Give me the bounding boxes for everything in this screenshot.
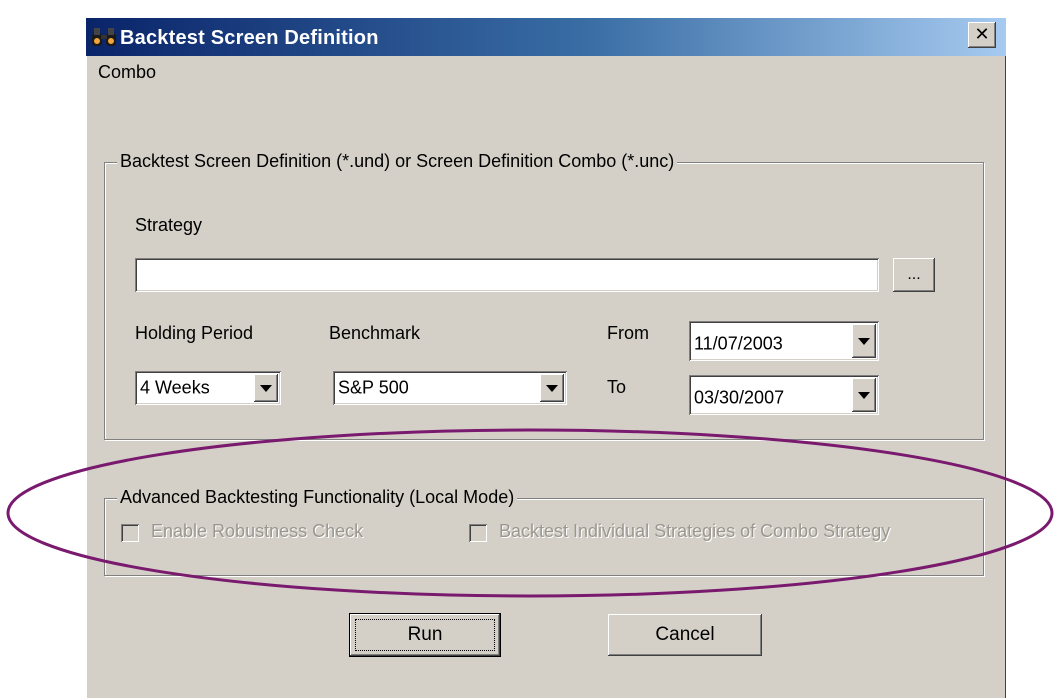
chevron-down-icon[interactable] (540, 374, 564, 402)
from-date-value: 11/07/2003 (694, 333, 783, 354)
close-icon: ✕ (974, 24, 990, 45)
close-button[interactable]: ✕ (968, 22, 996, 48)
benchmark-select[interactable]: S&P 500 (333, 371, 567, 405)
window-title: Backtest Screen Definition (120, 27, 379, 49)
robustness-checkbox-row[interactable]: Enable Robustness Check (121, 521, 421, 545)
individual-strategies-checkbox-row[interactable]: Backtest Individual Strategies of Combo … (469, 521, 969, 545)
browse-button[interactable]: ... (893, 258, 935, 292)
advanced-group-legend: Advanced Backtesting Functionality (Loca… (117, 487, 518, 508)
benchmark-label: Benchmark (329, 323, 421, 343)
strategy-input[interactable] (135, 258, 879, 292)
run-button[interactable]: Run (350, 614, 500, 656)
menu-bar: Combo (86, 56, 1006, 88)
title-bar[interactable]: Backtest Screen Definition ✕ (86, 18, 1006, 56)
to-date-value: 03/30/2007 (694, 387, 785, 408)
to-label: To (607, 377, 627, 397)
chevron-down-icon[interactable] (254, 374, 278, 402)
menu-item-combo[interactable]: Combo (98, 62, 156, 83)
dialog-window: Backtest Screen Definition ✕ Combo Backt… (86, 18, 1006, 698)
ellipsis-icon: ... (907, 266, 921, 283)
definition-group: Backtest Screen Definition (*.und) or Sc… (104, 151, 984, 440)
holding-period-select[interactable]: 4 Weeks (135, 371, 281, 405)
binoculars-icon (92, 28, 116, 46)
cancel-button-label: Cancel (655, 624, 715, 645)
definition-group-legend: Backtest Screen Definition (*.und) or Sc… (117, 151, 678, 172)
robustness-checkbox[interactable] (121, 524, 139, 542)
strategy-label: Strategy (135, 215, 203, 235)
chevron-down-icon[interactable] (852, 324, 876, 358)
to-date-picker[interactable]: 03/30/2007 (689, 375, 879, 415)
cancel-button[interactable]: Cancel (608, 614, 762, 656)
advanced-group: Advanced Backtesting Functionality (Loca… (104, 487, 984, 576)
from-date-picker[interactable]: 11/07/2003 (689, 321, 879, 361)
run-button-label: Run (407, 624, 443, 645)
chevron-down-icon[interactable] (852, 378, 876, 412)
robustness-checkbox-label: Enable Robustness Check (151, 521, 364, 541)
individual-strategies-checkbox-label: Backtest Individual Strategies of Combo … (499, 521, 891, 541)
from-label: From (607, 323, 649, 343)
holding-period-label: Holding Period (135, 323, 254, 343)
individual-strategies-checkbox[interactable] (469, 524, 487, 542)
benchmark-value: S&P 500 (338, 377, 409, 398)
holding-period-value: 4 Weeks (140, 377, 210, 398)
